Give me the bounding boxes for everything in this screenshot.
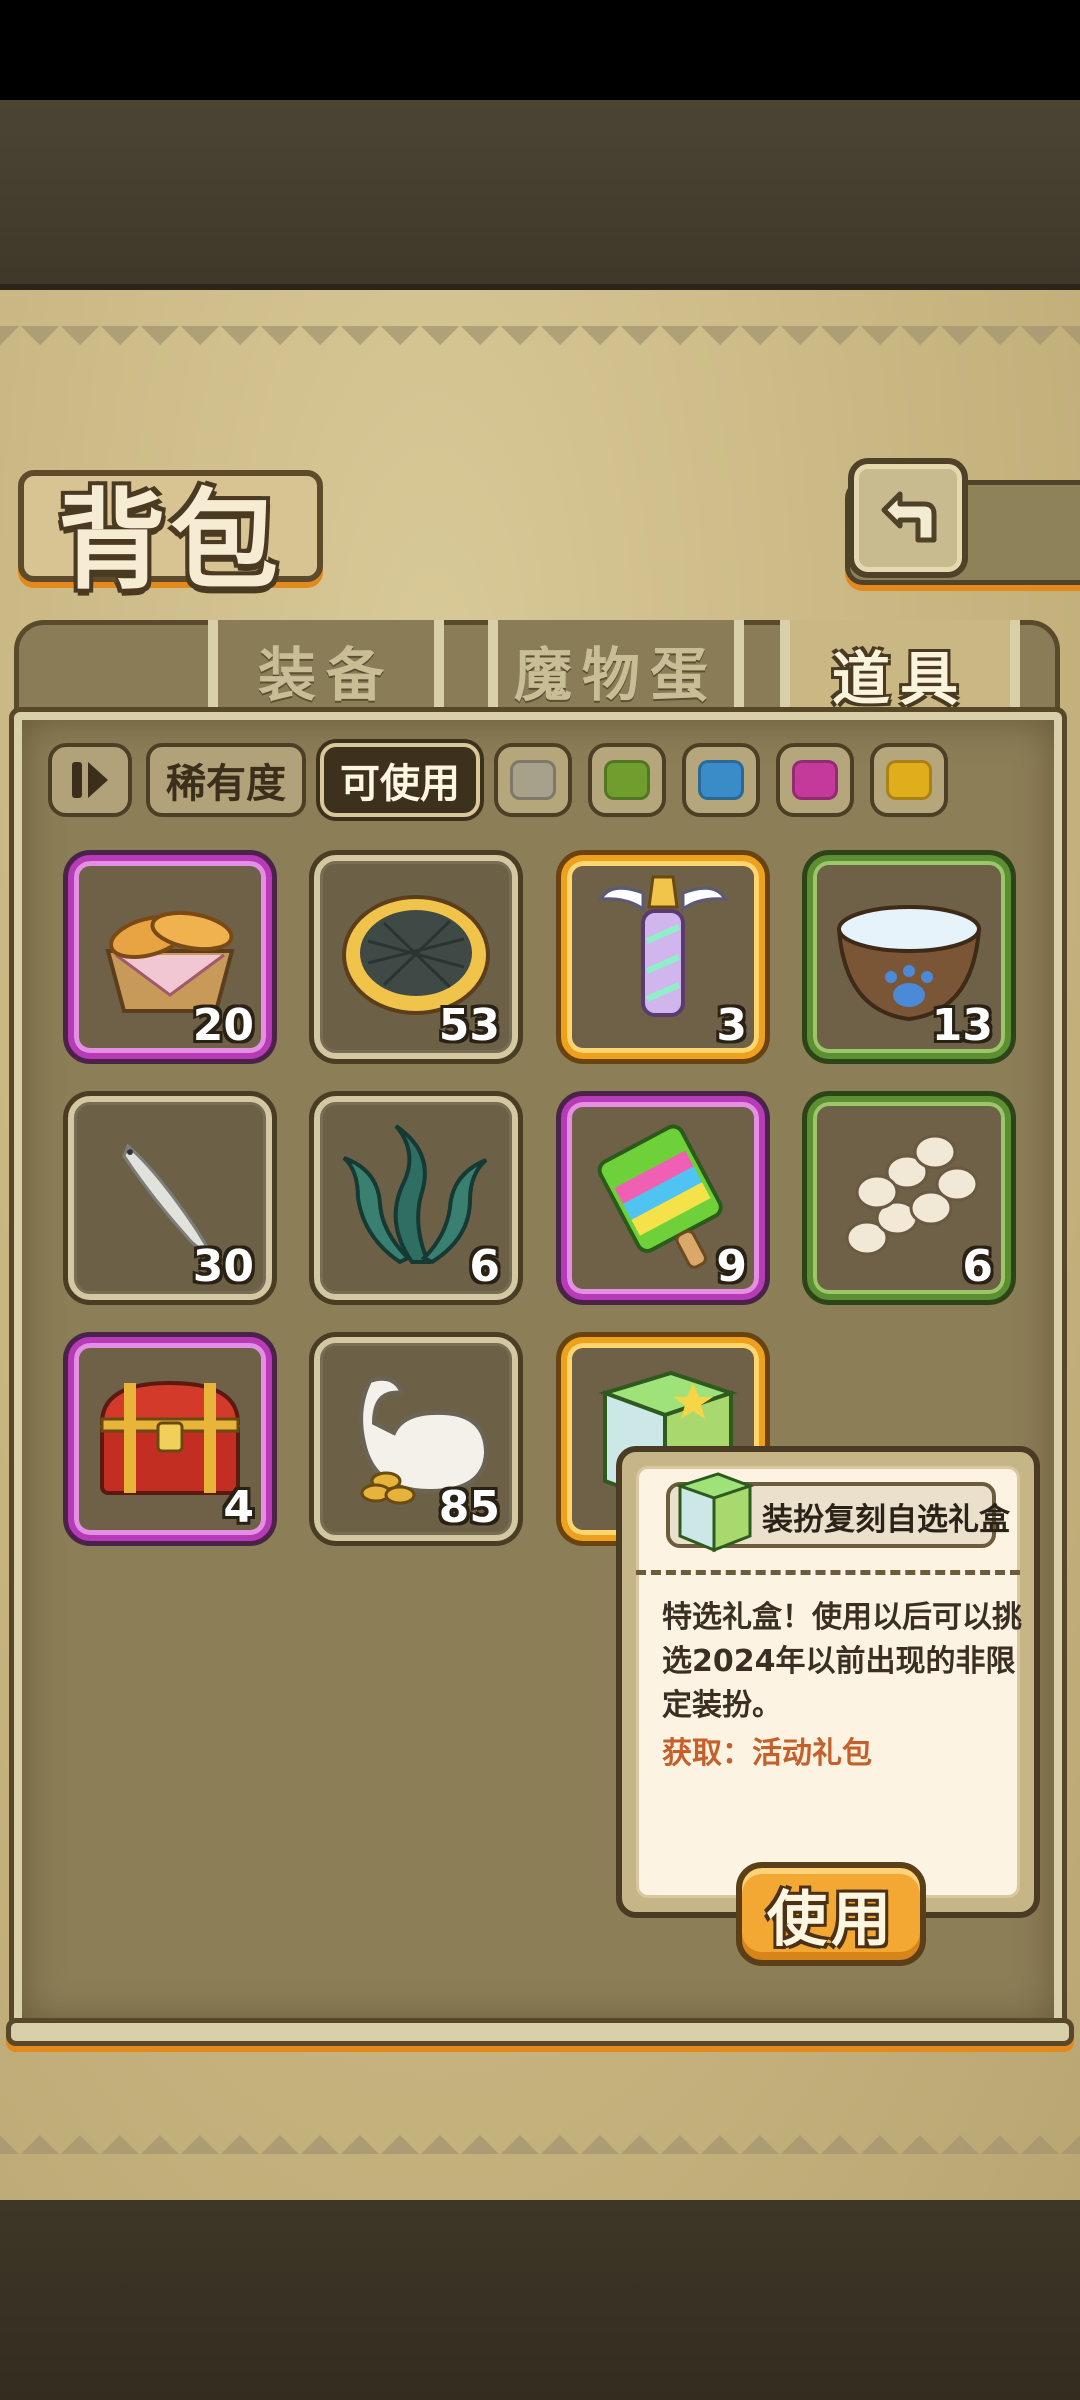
purple-swatch — [792, 760, 838, 800]
tab-monster-eggs[interactable]: 魔物蛋 — [488, 620, 744, 720]
item-quantity: 3 — [716, 1000, 747, 1051]
popup-divider — [636, 1570, 1020, 1575]
bottom-map-band — [0, 2200, 1080, 2400]
popup-source: 获取：活动礼包 — [662, 1736, 872, 1771]
sort-order-icon — [72, 762, 108, 798]
usable-filter-button[interactable]: 可使用 — [320, 743, 480, 817]
zigzag-border-top — [0, 326, 1080, 362]
item-detail-popup: 装扮复刻自选礼盒 特选礼盒！使用以后可以挑选2024年以前出现的非限定装扮。 获… — [616, 1446, 1040, 1918]
panel-bottom-rail — [6, 2018, 1074, 2046]
rarity-filter-button[interactable]: 稀有度 — [146, 743, 306, 817]
item-slot-bread-basket[interactable]: 20 — [68, 855, 272, 1059]
blue-swatch — [698, 760, 744, 800]
item-quantity: 20 — [192, 1000, 254, 1051]
item-quantity: 53 — [438, 1000, 500, 1051]
item-slot-coin-sack[interactable]: 85 — [314, 1337, 518, 1541]
item-quantity: 30 — [192, 1241, 254, 1292]
use-button[interactable]: 使用 — [736, 1862, 926, 1966]
status-bar — [0, 0, 1080, 100]
filter-purple-button[interactable] — [776, 743, 854, 817]
popup-item-name: 装扮复刻自选礼盒 — [762, 1502, 1010, 1538]
gold-swatch — [886, 760, 932, 800]
tab-equipment[interactable]: 装备 — [208, 620, 444, 720]
zigzag-border-bottom — [0, 2118, 1080, 2154]
item-slot-winged-lantern[interactable]: 3 — [561, 855, 765, 1059]
popup-description: 特选礼盒！使用以后可以挑选2024年以前出现的非限定装扮。 — [662, 1600, 1022, 1723]
item-slot-eggs-pile[interactable]: 6 — [807, 1096, 1011, 1300]
sort-toggle-button[interactable] — [48, 743, 132, 817]
filter-grey-button[interactable] — [494, 743, 572, 817]
page-title: 背包 — [58, 478, 283, 604]
item-slot-dried-fish[interactable]: 30 — [68, 1096, 272, 1300]
item-slot-water-bowl[interactable]: 13 — [807, 855, 1011, 1059]
gift-box-icon — [675, 1472, 754, 1553]
item-quantity: 6 — [962, 1241, 993, 1292]
item-slot-rainbow-popsicle[interactable]: 9 — [561, 1096, 765, 1300]
item-slot-treasure-chest[interactable]: 4 — [68, 1337, 272, 1541]
back-arrow-icon — [881, 491, 937, 543]
item-quantity: 9 — [716, 1241, 747, 1292]
back-button[interactable] — [848, 458, 968, 578]
item-slot-seaweed[interactable]: 6 — [314, 1096, 518, 1300]
top-map-band — [0, 100, 1080, 290]
filter-gold-button[interactable] — [870, 743, 948, 817]
item-quantity: 85 — [438, 1482, 500, 1533]
item-quantity: 6 — [469, 1241, 500, 1292]
filter-blue-button[interactable] — [682, 743, 760, 817]
filter-green-button[interactable] — [588, 743, 666, 817]
filter-row: 稀有度 可使用 — [48, 740, 964, 820]
item-quantity: 13 — [931, 1000, 993, 1051]
green-swatch — [604, 760, 650, 800]
item-quantity: 4 — [223, 1482, 254, 1533]
item-slot-seaweed-cookie[interactable]: 53 — [314, 855, 518, 1059]
grey-swatch — [510, 760, 556, 800]
